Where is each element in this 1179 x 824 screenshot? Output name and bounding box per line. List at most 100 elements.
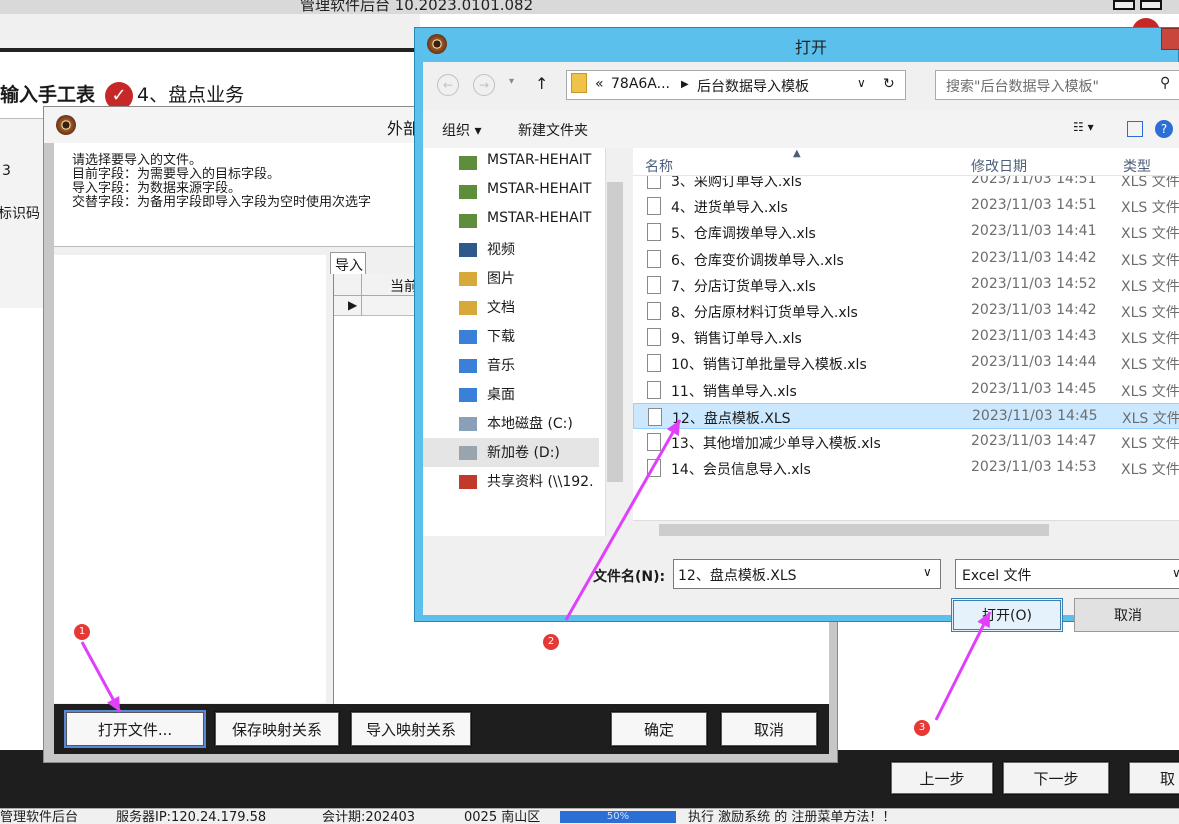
tree-item[interactable]: 共享资料 (\\192. (423, 467, 599, 496)
recent-chevron-icon[interactable]: ▾ (509, 76, 514, 87)
tree-item[interactable]: 文档 (423, 293, 599, 322)
tree-item[interactable]: 本地磁盘 (C:) (423, 409, 599, 438)
organize-menu[interactable]: 组织 ▾ (442, 120, 481, 140)
file-type: XLS 文件 (1121, 383, 1179, 400)
file-row[interactable]: 8、分店原材料订货单导入.xls 2023/11/03 14:42 XLS 文件 (633, 298, 1179, 324)
tree-item[interactable]: MSTAR-HEHAIT (423, 148, 599, 177)
tree-item[interactable]: 下载 (423, 322, 599, 351)
navigation-tree: MSTAR-HEHAIT MSTAR-HEHAIT MSTAR-HEHAIT 视频 图片… (423, 148, 623, 536)
column-type[interactable]: 类型 (1123, 156, 1151, 176)
file-row[interactable]: 9、销售订单导入.xls 2023/11/03 14:43 XLS 文件 (633, 324, 1179, 350)
import-mapping-button[interactable]: 导入映射关系 (350, 711, 472, 747)
file-date: 2023/11/03 14:47 (971, 433, 1097, 449)
cancel-wizard-button[interactable]: 取 (1128, 761, 1179, 795)
column-modified[interactable]: 修改日期 (971, 156, 1027, 176)
breadcrumb-item[interactable]: 78A6A... (611, 76, 670, 92)
prev-step-button[interactable]: 上一步 (890, 761, 994, 795)
file-type: XLS 文件 (1121, 226, 1179, 243)
file-name: 14、会员信息导入.xls (671, 462, 811, 479)
tree-item[interactable]: MSTAR-HEHAIT (423, 177, 599, 206)
tree-scroll-thumb[interactable] (607, 182, 623, 482)
file-icon (647, 223, 661, 242)
file-type: XLS 文件 (1121, 357, 1179, 374)
tab-import[interactable]: 导入 (330, 252, 366, 274)
file-row[interactable]: 4、进货单导入.xls 2023/11/03 14:51 XLS 文件 (633, 193, 1179, 219)
file-row[interactable]: 14、会员信息导入.xls 2023/11/03 14:53 XLS 文件 (633, 455, 1179, 481)
file-row[interactable]: 6、仓库变价调拨单导入.xls 2023/11/03 14:42 XLS 文件 (633, 246, 1179, 272)
status-bar: 管理软件后台 服务器IP:120.24.179.58 会计期:202403 00… (0, 808, 1179, 824)
folder-icon (571, 73, 587, 93)
network-computer-icon (459, 185, 477, 199)
status-progress-bar: 50% (560, 811, 676, 823)
breadcrumb-item[interactable]: 后台数据导入模板 (697, 76, 809, 96)
network-computer-icon (459, 214, 477, 228)
file-row[interactable]: 5、仓库调拨单导入.xls 2023/11/03 14:41 XLS 文件 (633, 219, 1179, 245)
next-step-button[interactable]: 下一步 (1002, 761, 1110, 795)
file-row[interactable]: 12、盘点模板.XLS 2023/11/03 14:45 XLS 文件 (633, 402, 1179, 429)
file-icon (647, 459, 661, 478)
save-mapping-button[interactable]: 保存映射关系 (214, 711, 340, 747)
file-row[interactable]: 10、销售订单批量导入模板.xls 2023/11/03 14:44 XLS 文件 (633, 350, 1179, 376)
tree-item[interactable]: MSTAR-HEHAIT (423, 206, 599, 235)
dialog-title: 打开 (795, 38, 828, 57)
help-icon[interactable]: ? (1155, 120, 1173, 138)
search-placeholder: 搜索"后台数据导入模板" (946, 79, 1099, 95)
file-name: 12、盘点模板.XLS (672, 410, 791, 427)
videos-folder-icon (459, 243, 477, 257)
open-file-button[interactable]: 打开文件... (64, 710, 206, 748)
tree-item-label: 音乐 (487, 358, 515, 374)
file-type: XLS 文件 (1121, 305, 1179, 321)
address-bar[interactable]: « 78A6A... ▶ 后台数据导入模板 ∨ ↻ (566, 70, 906, 100)
file-row[interactable]: 7、分店订货单导入.xls 2023/11/03 14:52 XLS 文件 (633, 272, 1179, 298)
up-icon[interactable]: ↑ (535, 74, 548, 93)
field-list-panel[interactable] (54, 255, 326, 703)
app-icon (427, 34, 447, 54)
search-input[interactable]: 搜索"后台数据导入模板" ⚲ (935, 70, 1179, 100)
tree-item[interactable]: 桌面 (423, 380, 599, 409)
ok-button[interactable]: 确定 (610, 711, 708, 747)
file-icon (647, 433, 661, 451)
annotation-badge: 3 (914, 720, 930, 736)
scroll-thumb[interactable] (659, 524, 1049, 536)
file-icon (647, 275, 661, 294)
column-name[interactable]: 名称 (645, 156, 673, 176)
horizontal-scrollbar[interactable] (633, 520, 1179, 536)
maximize-button[interactable] (1140, 0, 1162, 10)
cancel-button[interactable]: 取消 (1074, 598, 1179, 632)
tree-item-label: 视频 (487, 242, 515, 258)
open-button[interactable]: 打开(O) (951, 598, 1063, 632)
network-drive-disconnected-icon (459, 475, 477, 489)
file-row[interactable]: 13、其他增加减少单导入模板.xls 2023/11/03 14:47 XLS 文件 (633, 429, 1179, 455)
preview-pane-icon[interactable] (1127, 121, 1143, 137)
local-disk-icon (459, 417, 477, 431)
back-icon[interactable]: ← (437, 74, 459, 96)
close-icon[interactable] (1161, 28, 1179, 50)
refresh-icon[interactable]: ↻ (883, 76, 895, 92)
forward-icon[interactable]: → (473, 74, 495, 96)
chevron-down-icon[interactable]: ∨ (857, 76, 866, 90)
new-folder-button[interactable]: 新建文件夹 (518, 120, 588, 140)
filename-input[interactable]: 12、盘点模板.XLS (673, 559, 941, 589)
status-server: 服务器IP:120.24.179.58 (116, 810, 267, 824)
annotation-badge: 1 (74, 624, 90, 640)
search-icon[interactable]: ⚲ (1160, 75, 1170, 91)
background-area (830, 620, 1179, 750)
annotation-badge: 2 (543, 634, 559, 650)
tree-item[interactable]: 图片 (423, 264, 599, 293)
tree-item[interactable]: 音乐 (423, 351, 599, 380)
tree-item-label: 共享资料 (\\192. (487, 474, 594, 490)
cancel-button[interactable]: 取消 (720, 711, 818, 747)
file-row[interactable]: 11、销售单导入.xls 2023/11/03 14:45 XLS 文件 (633, 377, 1179, 403)
minimize-button[interactable] (1113, 0, 1135, 10)
tree-item[interactable]: 新加卷 (D:) (423, 438, 599, 467)
view-options-icon[interactable]: ☷ ▾ (1073, 120, 1094, 134)
tree-item[interactable]: 视频 (423, 235, 599, 264)
filetype-select[interactable]: Excel 文件 ∨ (955, 559, 1179, 589)
divider (0, 48, 420, 52)
chevron-down-icon[interactable]: ∨ (923, 565, 932, 579)
status-app-name: 管理软件后台 (0, 810, 79, 824)
row-pointer-icon: ▶ (348, 298, 358, 312)
file-icon (647, 249, 661, 268)
breadcrumb-prefix[interactable]: « (595, 76, 604, 92)
pictures-folder-icon (459, 272, 477, 286)
